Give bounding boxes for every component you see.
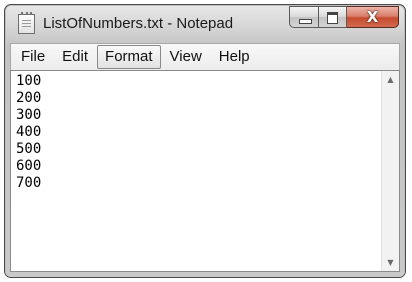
minimize-icon [299, 19, 312, 24]
text-line: 300 [16, 107, 42, 123]
title-bar[interactable]: ListOfNumbers.txt - Notepad X [5, 5, 405, 41]
window-title: ListOfNumbers.txt - Notepad [43, 15, 234, 32]
notepad-window: ListOfNumbers.txt - Notepad X File Edit … [4, 4, 406, 278]
close-icon: X [366, 8, 379, 26]
maximize-button[interactable] [319, 6, 347, 28]
close-button[interactable]: X [347, 6, 399, 28]
text-editor[interactable]: 100 200 300 400 500 600 700 ▲ ▼ [10, 70, 400, 272]
menu-help[interactable]: Help [211, 45, 258, 69]
menu-edit[interactable]: Edit [54, 45, 96, 69]
text-line: 200 [16, 90, 42, 106]
text-line: 100 [16, 73, 42, 89]
scroll-down-icon[interactable]: ▼ [382, 254, 399, 271]
maximize-icon [327, 12, 338, 24]
document-text[interactable]: 100 200 300 400 500 600 700 [16, 73, 41, 192]
vertical-scrollbar[interactable]: ▲ ▼ [381, 71, 399, 271]
window-bottom-frame [5, 272, 405, 277]
text-line: 400 [16, 124, 42, 140]
menu-file[interactable]: File [13, 45, 53, 69]
menu-format[interactable]: Format [97, 45, 161, 69]
caption-buttons: X [289, 6, 399, 30]
text-line: 600 [16, 158, 42, 174]
notepad-icon[interactable] [18, 12, 35, 34]
minimize-button[interactable] [289, 6, 319, 28]
menu-bar: File Edit Format View Help [10, 43, 400, 70]
text-line: 700 [16, 175, 42, 191]
scroll-up-icon[interactable]: ▲ [382, 71, 399, 88]
menu-view[interactable]: View [162, 45, 210, 69]
text-line: 500 [16, 141, 42, 157]
